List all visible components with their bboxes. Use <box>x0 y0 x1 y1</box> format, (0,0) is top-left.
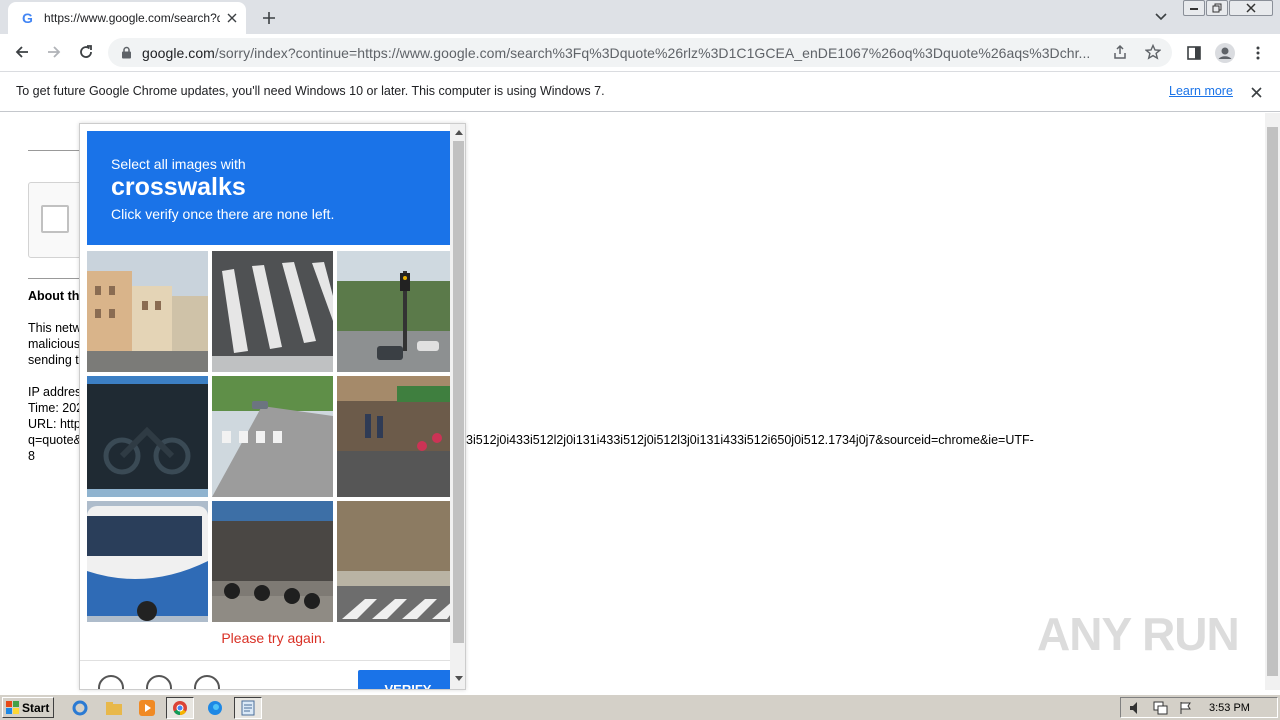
verify-button[interactable]: VERIFY <box>358 670 458 689</box>
svg-text:G: G <box>22 10 33 26</box>
notepad-icon[interactable] <box>234 697 262 719</box>
close-window-button[interactable] <box>1229 0 1273 16</box>
captcha-tile-crosswalk-closeup[interactable] <box>212 251 333 372</box>
address-bar[interactable]: google.com/sorry/index?continue=https://… <box>108 38 1172 67</box>
captcha-scrollbar[interactable] <box>450 124 465 689</box>
scroll-up-arrow-icon[interactable] <box>454 128 463 137</box>
chrome-icon[interactable] <box>166 697 194 719</box>
info-line: 8 <box>28 449 35 463</box>
new-tab-button[interactable] <box>259 8 279 28</box>
captcha-image-grid <box>87 251 458 623</box>
tab-strip: G https://www.google.com/search?q=quote <box>0 0 1280 34</box>
kebab-menu-icon[interactable] <box>1247 42 1269 64</box>
help-icon[interactable] <box>194 675 220 689</box>
close-tab-icon[interactable] <box>224 10 240 26</box>
speaker-icon[interactable] <box>1129 701 1143 715</box>
captcha-instruction: Select all images with <box>111 156 246 172</box>
captcha-subinstruction: Click verify once there are none left. <box>111 206 335 222</box>
tab-search-chevron-icon[interactable] <box>1152 9 1170 25</box>
infobar-message: To get future Google Chrome updates, you… <box>16 84 605 98</box>
paragraph-line: sending t <box>28 353 79 367</box>
reload-icon[interactable] <box>74 40 98 64</box>
captcha-tile-sidewalk-crosswalk[interactable] <box>337 501 458 622</box>
bookmark-star-icon[interactable] <box>1144 43 1162 65</box>
captcha-header: Select all images with crosswalks Click … <box>87 131 450 245</box>
captcha-tile-street-shops[interactable] <box>337 376 458 497</box>
edge-icon[interactable] <box>205 698 225 718</box>
profile-avatar-icon[interactable] <box>1214 42 1236 64</box>
paragraph-line: This netw <box>28 321 82 335</box>
start-button[interactable]: Start <box>2 697 54 718</box>
captcha-tile-bus[interactable] <box>87 501 208 622</box>
restore-button[interactable] <box>1206 0 1228 16</box>
captcha-scrollbar-thumb[interactable] <box>453 141 464 643</box>
captcha-footer: VERIFY <box>80 660 465 689</box>
captcha-challenge: Select all images with crosswalks Click … <box>79 123 466 690</box>
tab-title: https://www.google.com/search?q=quote <box>44 11 220 25</box>
url-path: /sorry/index?continue=https://www.google… <box>214 44 1091 61</box>
captcha-tile-street-buildings[interactable] <box>87 251 208 372</box>
minimize-button[interactable] <box>1183 0 1205 16</box>
url-text[interactable]: google.com/sorry/index?continue=https://… <box>142 45 1102 61</box>
info-line: q=quote& <box>28 433 82 447</box>
lock-icon[interactable] <box>119 46 133 60</box>
update-infobar: To get future Google Chrome updates, you… <box>0 71 1280 112</box>
captcha-tile-parked-motorbikes[interactable] <box>212 501 333 622</box>
tab-google-search[interactable]: G https://www.google.com/search?q=quote <box>8 2 246 34</box>
network-icon[interactable] <box>1153 701 1169 715</box>
anyrun-watermark: ANY RUN <box>1037 608 1240 660</box>
windows-flag-icon <box>6 700 19 714</box>
scroll-down-arrow-icon[interactable] <box>454 674 463 683</box>
paragraph-line: malicious <box>28 337 81 351</box>
captcha-tile-dark-motorbike[interactable] <box>87 376 208 497</box>
side-panel-icon[interactable] <box>1183 42 1205 64</box>
info-line: Time: 202 <box>28 401 84 415</box>
page-scrollbar-thumb[interactable] <box>1267 127 1278 676</box>
start-label: Start <box>22 700 50 715</box>
captcha-tile-traffic-light-street[interactable] <box>337 251 458 372</box>
page-scrollbar[interactable] <box>1265 113 1280 690</box>
taskbar-clock[interactable]: 3:53 PM <box>1209 702 1250 714</box>
google-g-icon: G <box>20 10 36 26</box>
url-host: google.com <box>142 44 215 61</box>
system-tray: 3:53 PM <box>1120 697 1278 718</box>
captcha-tile-road-crosswalk[interactable] <box>212 376 333 497</box>
media-player-icon[interactable] <box>137 698 157 718</box>
learn-more-link[interactable]: Learn more <box>1169 84 1233 98</box>
audio-challenge-icon[interactable] <box>146 675 172 689</box>
url-continuation: 3i512j0i433i512l2j0i131i433i512j0i512l3j… <box>466 433 1034 447</box>
forward-arrow-icon[interactable] <box>42 40 66 64</box>
ie-icon[interactable] <box>70 698 90 718</box>
about-heading: About th <box>28 289 80 303</box>
explorer-folder-icon[interactable] <box>104 698 124 718</box>
captcha-keyword: crosswalks <box>111 173 246 201</box>
captcha-error-message: Please try again. <box>221 630 326 646</box>
action-center-flag-icon[interactable] <box>1179 701 1193 715</box>
share-icon[interactable] <box>1112 44 1128 65</box>
recaptcha-checkbox[interactable] <box>41 205 69 233</box>
browser-toolbar: google.com/sorry/index?continue=https://… <box>0 34 1280 71</box>
info-line: URL: http <box>28 417 81 431</box>
close-infobar-icon[interactable] <box>1248 84 1264 100</box>
reload-challenge-icon[interactable] <box>98 675 124 689</box>
back-arrow-icon[interactable] <box>10 40 34 64</box>
windows-taskbar: Start 3:53 PM <box>0 694 1280 720</box>
info-line: IP addres <box>28 385 82 399</box>
window-controls <box>1183 0 1274 18</box>
